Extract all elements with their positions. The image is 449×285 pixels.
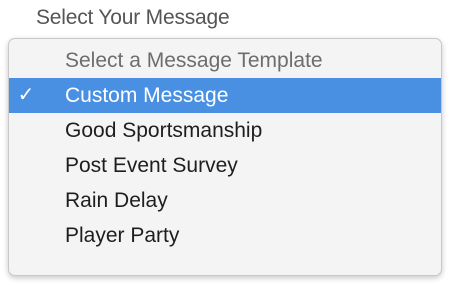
- dropdown-menu: Select a Message Template ✓ Custom Messa…: [8, 38, 442, 276]
- menu-item-rain-delay[interactable]: Rain Delay: [9, 183, 441, 218]
- menu-item-select-a-message-template[interactable]: Select a Message Template: [9, 43, 441, 78]
- menu-item-good-sportsmanship[interactable]: Good Sportsmanship: [9, 113, 441, 148]
- menu-item-label: Custom Message: [65, 84, 229, 107]
- menu-item-post-event-survey[interactable]: Post Event Survey: [9, 148, 441, 183]
- menu-item-custom-message[interactable]: ✓ Custom Message: [9, 78, 441, 113]
- field-label: Select Your Message: [36, 6, 230, 29]
- menu-item-label: Good Sportsmanship: [65, 119, 263, 142]
- checkmark-icon: ✓: [17, 84, 35, 106]
- menu-item-label: Rain Delay: [65, 189, 168, 212]
- menu-item-label: Player Party: [65, 224, 180, 247]
- select-message-dropdown: Select Your Message Select a Message Tem…: [0, 0, 449, 285]
- menu-item-player-party[interactable]: Player Party: [9, 218, 441, 253]
- menu-item-label: Post Event Survey: [65, 154, 238, 177]
- menu-item-label: Select a Message Template: [65, 49, 323, 72]
